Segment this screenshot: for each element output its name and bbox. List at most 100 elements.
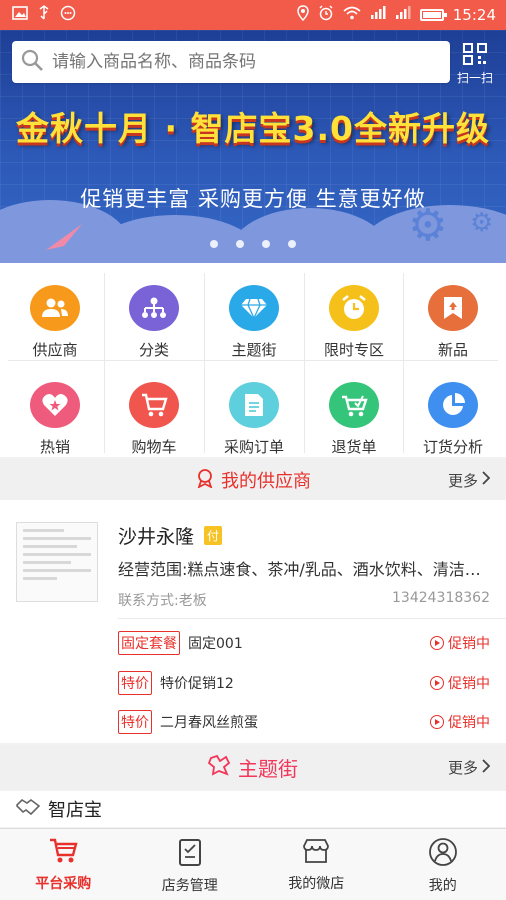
promotion-status: 促销中 (430, 673, 490, 693)
usb-icon (38, 5, 50, 25)
tab-store-management[interactable]: 店务管理 (127, 829, 254, 900)
promotion-tag: 固定套餐 (118, 631, 180, 655)
qr-code-icon (462, 42, 488, 69)
tab-my-shop[interactable]: 我的微店 (253, 829, 380, 900)
theme-section-title: 主题街 (207, 753, 298, 782)
pie-chart-icon (428, 382, 478, 428)
promotion-status: 促销中 (430, 712, 490, 732)
promotion-row[interactable]: 固定套餐 固定001 促销中 (118, 629, 490, 657)
emoji-icon (60, 5, 76, 25)
brand-row[interactable]: 智店宝 (0, 791, 506, 827)
theme-section-header: 主题街 更多 (0, 745, 506, 790)
promotion-tag: 特价 (118, 671, 152, 695)
play-circle-icon (430, 676, 444, 690)
category-classify[interactable]: 分类 (105, 263, 203, 360)
supplier-phone[interactable]: 13424318362 (392, 590, 490, 606)
category-order-analysis[interactable]: 订货分析 (404, 360, 502, 457)
scan-button[interactable]: 扫一扫 (452, 42, 498, 85)
scan-label: 扫一扫 (456, 71, 493, 85)
category-tree-icon (129, 285, 179, 331)
promotion-row[interactable]: 特价 特价促销12 促销中 (118, 669, 490, 697)
tab-platform-purchase[interactable]: 平台采购 (0, 829, 127, 900)
return-cart-icon (329, 382, 379, 428)
supplier-name-row: 沙井永隆 付 (118, 522, 223, 549)
theme-more-link[interactable]: 更多 (448, 757, 491, 778)
category-hot[interactable]: 热销 (6, 360, 104, 457)
status-time: 15:24 (452, 6, 496, 24)
category-theme-street[interactable]: 主题街 (205, 263, 303, 360)
order-document-icon (229, 382, 279, 428)
cart-icon (129, 382, 179, 428)
promotion-name: 固定001 (188, 636, 243, 652)
divider (118, 618, 506, 619)
tab-me[interactable]: 我的 (380, 829, 506, 900)
theme-street-icon (207, 754, 232, 781)
category-label: 主题街 (231, 341, 277, 359)
location-icon (297, 5, 309, 25)
pager-dot[interactable] (288, 240, 296, 248)
banner-title: 金秋十月 · 智店宝3.0全新升级 (16, 109, 490, 148)
shop-icon (301, 837, 331, 869)
supplier-scope: 经营范围:糕点速食、茶冲/乳品、酒水饮料、清洁用品 (118, 560, 492, 579)
play-circle-icon (430, 636, 444, 650)
category-purchase-orders[interactable]: 采购订单 (205, 360, 303, 457)
supplier-contact: 联系方式:老板 (118, 593, 207, 609)
banner-subtitle: 促销更丰富 采购更方便 生意更好做 (80, 187, 426, 211)
supplier-name: 沙井永隆 (118, 526, 195, 548)
pager-dot[interactable] (262, 240, 270, 248)
category-label: 订货分析 (422, 438, 483, 456)
category-grid: 供应商 分类 主题街 限时专区 新品 热销 购物车 采购订单 退货单 订货分析 (0, 263, 506, 457)
brand-name: 智店宝 (48, 800, 102, 821)
search-input[interactable] (52, 52, 432, 72)
pager-dot[interactable] (236, 240, 244, 248)
play-circle-icon (430, 715, 444, 729)
chevron-right-icon (482, 758, 491, 777)
supplier-section-header: 我的供应商 更多 (0, 459, 506, 501)
banner-pager[interactable] (0, 240, 506, 248)
promotion-name: 二月春风丝煎蛋 (160, 715, 258, 731)
chevron-right-icon (482, 471, 491, 489)
battery-icon (419, 9, 447, 21)
supplier-thumbnail (16, 522, 98, 602)
user-icon (428, 837, 458, 871)
search-icon (20, 48, 44, 76)
category-cart[interactable]: 购物车 (105, 360, 203, 457)
category-suppliers[interactable]: 供应商 (6, 263, 104, 360)
supplier-more-link[interactable]: 更多 (448, 470, 491, 491)
supplier-card[interactable]: 沙井永隆 付 经营范围:糕点速食、茶冲/乳品、酒水饮料、清洁用品 联系方式:老板… (0, 500, 506, 743)
supplier-badge-icon (195, 468, 215, 493)
category-label: 热销 (39, 438, 70, 456)
category-label: 采购订单 (223, 438, 284, 456)
category-label: 供应商 (32, 341, 78, 359)
suppliers-icon (30, 285, 80, 331)
promotion-name: 特价促销12 (160, 676, 234, 692)
category-label: 购物车 (131, 438, 177, 456)
supplier-section-title: 我的供应商 (195, 467, 311, 493)
category-flash-sale[interactable]: 限时专区 (305, 263, 403, 360)
category-label: 新品 (437, 341, 468, 359)
signal-2-icon (395, 6, 411, 24)
category-new[interactable]: 新品 (404, 263, 502, 360)
category-label: 限时专区 (323, 341, 384, 359)
pager-dot[interactable] (210, 240, 218, 248)
alarm-icon (318, 5, 334, 25)
category-returns[interactable]: 退货单 (305, 360, 403, 457)
promotion-status: 促销中 (430, 633, 490, 653)
category-label: 分类 (138, 341, 169, 359)
bottom-tab-bar: 平台采购 店务管理 我的微店 我的 (0, 828, 506, 900)
handshake-icon (16, 798, 41, 820)
cart-icon (48, 837, 78, 869)
category-label: 退货单 (331, 438, 377, 456)
wifi-icon (343, 6, 361, 24)
clipboard-icon (177, 837, 203, 871)
new-bookmark-icon (428, 285, 478, 331)
search-bar[interactable] (12, 41, 450, 83)
app-root: 15:24 ⚙ ⚙ 金秋十月 · 智店宝3.0全新升级 促销更丰富 采购更方便 … (0, 0, 506, 900)
payment-badge: 付 (204, 526, 223, 545)
hot-heart-icon (30, 382, 80, 428)
signal-icon (370, 6, 386, 24)
alarm-clock-icon (329, 285, 379, 331)
diamond-icon (229, 285, 279, 331)
image-notification-icon (12, 6, 28, 24)
promotion-row[interactable]: 特价 二月春风丝煎蛋 促销中 (118, 708, 490, 736)
